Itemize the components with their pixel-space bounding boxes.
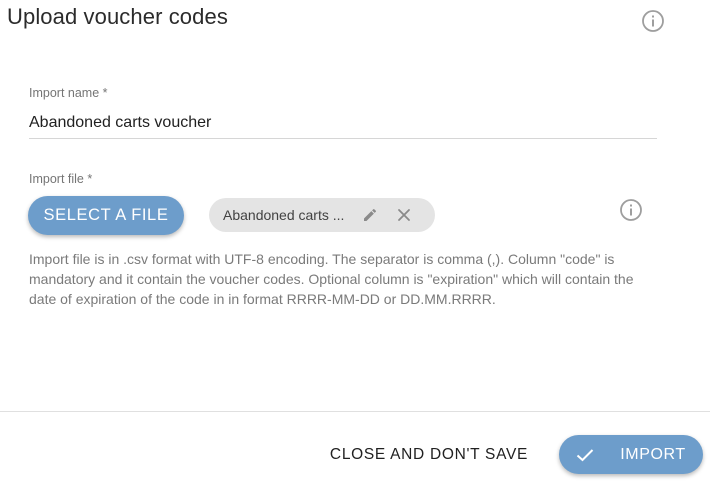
- import-file-help-text: Import file is in .csv format with UTF-8…: [29, 251, 634, 307]
- close-without-saving-button[interactable]: CLOSE AND DON'T SAVE: [322, 436, 536, 474]
- info-icon[interactable]: [619, 198, 643, 222]
- dialog-title: Upload voucher codes: [7, 4, 228, 29]
- file-chip-label: Abandoned carts ...: [223, 207, 345, 223]
- select-file-button[interactable]: SELECT A FILE: [28, 196, 184, 235]
- check-icon: [576, 448, 594, 462]
- import-name-input[interactable]: [29, 108, 657, 139]
- import-button-label: IMPORT: [620, 445, 686, 463]
- file-chip: Abandoned carts ...: [209, 198, 435, 232]
- import-file-label: Import file *: [29, 172, 93, 186]
- info-icon[interactable]: [641, 9, 665, 33]
- import-button[interactable]: IMPORT: [559, 435, 703, 474]
- pencil-icon[interactable]: [361, 206, 379, 224]
- footer-divider: [0, 411, 710, 412]
- import-name-label: Import name *: [29, 86, 108, 100]
- close-icon[interactable]: [395, 206, 413, 224]
